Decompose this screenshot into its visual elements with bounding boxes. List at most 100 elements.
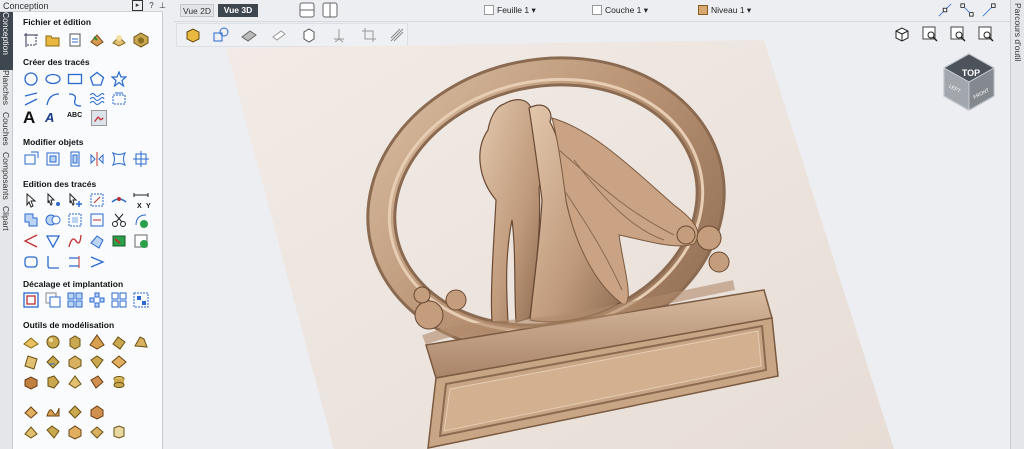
extend-icon[interactable] <box>67 254 83 270</box>
dome-icon[interactable] <box>45 334 61 350</box>
triangle-edit-icon[interactable] <box>45 233 61 249</box>
align-icon[interactable] <box>133 151 149 167</box>
nesting-icon[interactable] <box>133 292 149 308</box>
bake-icon[interactable] <box>23 424 39 440</box>
rectangle-icon[interactable] <box>67 71 83 87</box>
curve-icon[interactable] <box>67 91 83 107</box>
tab-couches[interactable]: Couches <box>0 112 13 152</box>
merge-icon[interactable] <box>45 374 61 390</box>
extrude-icon[interactable] <box>111 334 127 350</box>
import-model-icon[interactable] <box>89 32 105 48</box>
block-copy-icon[interactable] <box>67 292 83 308</box>
job-setup-icon[interactable] <box>23 32 39 48</box>
tab-planches[interactable]: Planches <box>0 70 13 112</box>
nesting-letters-icon[interactable] <box>111 292 127 308</box>
smooth-curve-icon[interactable] <box>67 233 83 249</box>
move-icon[interactable] <box>23 151 39 167</box>
import-bitmap-icon[interactable] <box>111 32 127 48</box>
smooth-icon[interactable] <box>23 404 39 420</box>
select-pointer-icon[interactable] <box>23 192 39 208</box>
offset-icon[interactable] <box>23 292 39 308</box>
circle-icon[interactable] <box>23 71 39 87</box>
grid-snap-icon[interactable] <box>982 3 996 17</box>
split-vertical-icon[interactable] <box>322 2 338 18</box>
scene-canvas[interactable] <box>174 22 1010 449</box>
level-dropdown[interactable]: Niveau 1 ▾ <box>698 5 751 16</box>
shape-editor-icon[interactable] <box>23 334 39 350</box>
snap-icon[interactable] <box>938 3 952 17</box>
text-tool-icon[interactable]: A <box>23 109 39 126</box>
add-node-icon[interactable] <box>67 192 83 208</box>
revolve-icon[interactable] <box>133 334 149 350</box>
join-vectors-icon[interactable] <box>133 212 149 228</box>
dimension-icon[interactable] <box>111 91 127 107</box>
cube-icon[interactable] <box>67 334 83 350</box>
subtract-icon[interactable] <box>45 212 61 228</box>
3d-viewport[interactable]: Vue 2D Vue 3D Feuille 1 ▾ Couche 1 ▾ Niv… <box>174 0 1024 449</box>
view-cube[interactable]: TOP FRONT LEFT <box>936 50 1002 120</box>
import-component-icon[interactable] <box>67 424 83 440</box>
weld-icon[interactable] <box>23 212 39 228</box>
create-image-icon[interactable] <box>111 424 127 440</box>
slice-icon[interactable] <box>89 404 105 420</box>
flat-component-icon[interactable] <box>23 374 39 390</box>
mold-icon[interactable] <box>89 354 105 370</box>
rotate-icon[interactable] <box>67 151 83 167</box>
offset-shape-icon[interactable] <box>89 233 105 249</box>
nest-icon[interactable] <box>111 233 127 249</box>
scale-icon[interactable] <box>45 151 61 167</box>
split-horizontal-icon[interactable] <box>299 2 315 18</box>
array-copy-icon[interactable] <box>45 292 61 308</box>
trim-icon[interactable] <box>89 212 105 228</box>
help-icon[interactable]: ? <box>146 0 157 11</box>
open-folder-icon[interactable] <box>45 32 61 48</box>
view-cube-top-label[interactable]: TOP <box>962 68 980 78</box>
import-vectors-icon[interactable] <box>67 32 83 48</box>
bracket-icon[interactable] <box>45 254 61 270</box>
text-arc-icon[interactable]: ABC <box>67 110 83 126</box>
export-model-icon[interactable] <box>89 424 105 440</box>
scissors-icon[interactable] <box>111 212 127 228</box>
toolpaths-tab[interactable]: Parcours d'outil <box>1010 0 1024 449</box>
pin-icon[interactable]: ⊥ <box>157 0 168 11</box>
rounded-rect-icon[interactable] <box>23 254 39 270</box>
validate-icon[interactable] <box>133 233 149 249</box>
mirror-model-icon[interactable] <box>67 404 83 420</box>
intersect-icon[interactable] <box>67 212 83 228</box>
circular-copy-icon[interactable] <box>89 292 105 308</box>
polyline-icon[interactable] <box>23 91 39 107</box>
wave-pattern-icon[interactable] <box>89 91 105 107</box>
tab-conception[interactable]: Conception <box>0 12 13 70</box>
collapse-panel-icon[interactable]: ▸ <box>132 0 143 11</box>
chevron-right-icon[interactable] <box>89 254 105 270</box>
distort-icon[interactable] <box>111 151 127 167</box>
polygon-icon[interactable] <box>89 71 105 87</box>
text-on-curve-icon[interactable]: A <box>45 110 61 126</box>
transform-nodes-icon[interactable] <box>89 192 105 208</box>
fillet-icon[interactable] <box>111 192 127 208</box>
offset-model-icon[interactable] <box>45 424 61 440</box>
mirror-icon[interactable] <box>89 151 105 167</box>
corner-icon[interactable] <box>23 233 39 249</box>
fade-icon[interactable] <box>67 374 83 390</box>
tab-composants[interactable]: Composants <box>0 152 13 206</box>
texture-icon[interactable] <box>111 354 127 370</box>
node-edit-icon[interactable] <box>45 192 61 208</box>
image-trace-icon[interactable] <box>91 110 107 126</box>
view-2d-button[interactable]: Vue 2D <box>180 4 214 17</box>
tilt-icon[interactable] <box>89 374 105 390</box>
coins-icon[interactable] <box>111 374 127 390</box>
view-3d-button[interactable]: Vue 3D <box>218 4 258 17</box>
pyramid-icon[interactable] <box>89 334 105 350</box>
sweep-icon[interactable] <box>23 354 39 370</box>
two-rail-icon[interactable] <box>45 354 61 370</box>
tab-clipart[interactable]: Clipart <box>0 206 13 236</box>
star-icon[interactable] <box>111 71 127 87</box>
ellipse-icon[interactable] <box>45 71 61 87</box>
sheet-dropdown[interactable]: Feuille 1 ▾ <box>484 5 536 16</box>
node-snap-icon[interactable] <box>960 3 974 17</box>
arc-icon[interactable] <box>45 91 61 107</box>
weave-icon[interactable] <box>67 354 83 370</box>
layer-dropdown[interactable]: Couche 1 ▾ <box>592 5 648 16</box>
3d-view-icon[interactable] <box>133 32 149 48</box>
